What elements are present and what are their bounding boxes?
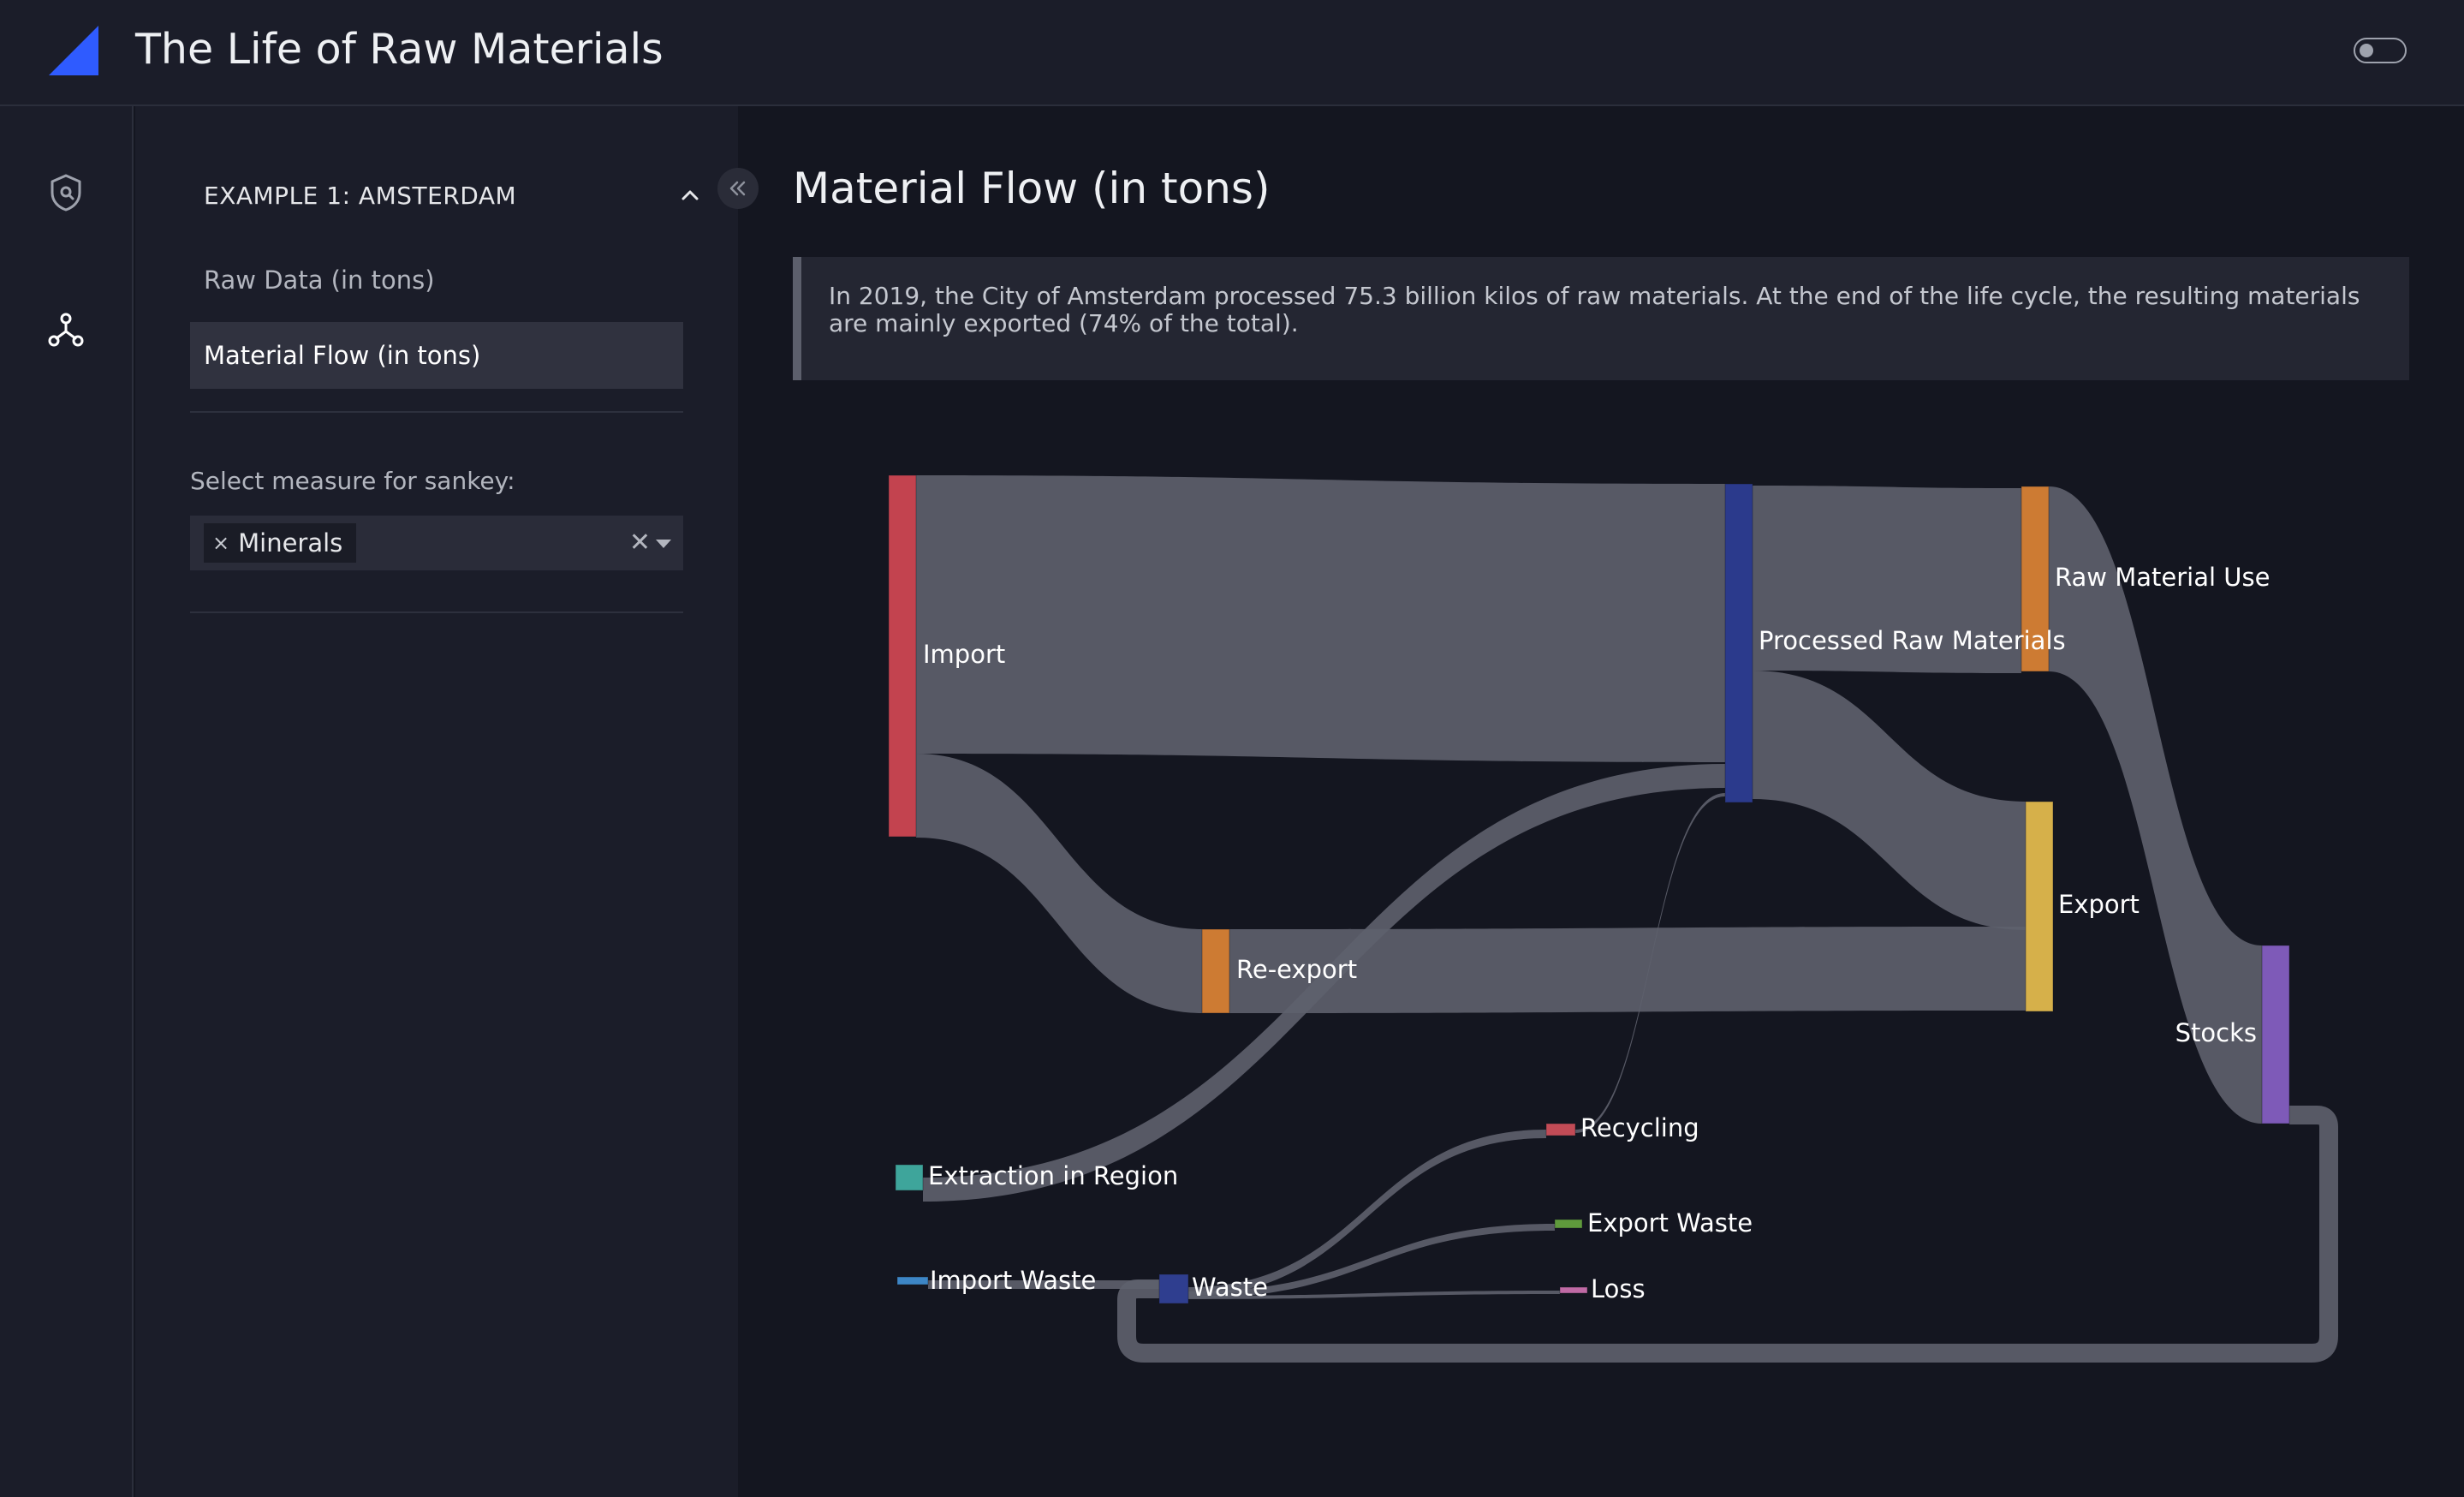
sankey-link-waste-to-recycling[interactable]: [1188, 1130, 1546, 1296]
sankey-label-export: Export: [2058, 890, 2140, 919]
sankey-node-stocks[interactable]: [2261, 945, 2290, 1124]
top-bar: The Life of Raw Materials: [0, 0, 2464, 106]
divider: [190, 411, 683, 413]
sidebar: EXAMPLE 1: AMSTERDAM Raw Data (in tons) …: [135, 106, 738, 1497]
chip-label: Minerals: [238, 528, 343, 558]
sankey-node-waste[interactable]: [1158, 1273, 1189, 1304]
sankey-node-import[interactable]: [888, 474, 917, 838]
sankey-node-export[interactable]: [2025, 801, 2054, 1012]
shield-icon[interactable]: [43, 170, 89, 216]
sankey-node-loss[interactable]: [1559, 1286, 1588, 1294]
app-title: The Life of Raw Materials: [135, 25, 664, 74]
sankey-link-import-to-processed[interactable]: [916, 475, 1725, 762]
section-header-amsterdam[interactable]: EXAMPLE 1: AMSTERDAM: [204, 175, 700, 218]
chevron-up-icon[interactable]: [680, 187, 700, 204]
sankey-label-recycling: Recycling: [1580, 1113, 1699, 1142]
description-callout: In 2019, the City of Amsterdam processed…: [793, 257, 2409, 380]
sankey-node-import_waste[interactable]: [896, 1276, 929, 1285]
sankey-node-export_waste[interactable]: [1554, 1219, 1583, 1229]
section-title: EXAMPLE 1: AMSTERDAM: [204, 182, 517, 210]
sankey-label-import_waste: Import Waste: [930, 1266, 1096, 1295]
clear-selection-icon[interactable]: ✕: [629, 526, 651, 560]
sankey-node-extraction[interactable]: [895, 1164, 924, 1191]
sankey-label-extraction: Extraction in Region: [928, 1161, 1178, 1190]
icon-navbar: [0, 106, 134, 1497]
chip-remove-icon[interactable]: ×: [212, 531, 229, 555]
page-title: Material Flow (in tons): [793, 164, 1271, 213]
sankey-link-processed-to-export[interactable]: [1753, 671, 2026, 930]
sankey-label-reexport: Re-export: [1236, 955, 1357, 984]
sankey-link-import-to-reexport[interactable]: [916, 754, 1202, 1013]
sankey-label-waste: Waste: [1192, 1273, 1268, 1302]
collapse-sidebar-button[interactable]: [717, 168, 759, 209]
sankey-label-raw_use: Raw Material Use: [2055, 563, 2270, 592]
measure-multiselect[interactable]: × Minerals ✕: [190, 516, 683, 570]
sankey-node-reexport[interactable]: [1201, 928, 1230, 1014]
sankey-label-loss: Loss: [1591, 1274, 1646, 1303]
toggle-knob: [2360, 44, 2373, 57]
menu-item-raw-data[interactable]: Raw Data (in tons): [190, 247, 683, 313]
sankey-chart: Import Processed Raw Materials Raw Materia…: [888, 474, 2338, 1363]
network-icon[interactable]: [43, 307, 89, 353]
sankey-node-processed[interactable]: [1724, 483, 1753, 803]
sankey-label-processed: Processed Raw Materials: [1759, 626, 2066, 655]
sankey-node-recycling[interactable]: [1545, 1123, 1576, 1136]
double-chevron-left-icon: [729, 181, 746, 196]
selected-measure-chip: × Minerals: [204, 523, 357, 563]
theme-toggle-switch[interactable]: [2354, 38, 2407, 63]
sankey-label-export_waste: Export Waste: [1587, 1208, 1753, 1238]
measure-select-label: Select measure for sankey:: [190, 467, 515, 495]
divider: [190, 611, 683, 613]
sankey-label-import: Import: [923, 640, 1005, 669]
menu-item-material-flow[interactable]: Material Flow (in tons): [190, 322, 683, 389]
triangle-logo: [49, 26, 98, 75]
sankey-label-stocks: Stocks: [2175, 1018, 2257, 1047]
dropdown-caret-icon[interactable]: [656, 540, 671, 548]
